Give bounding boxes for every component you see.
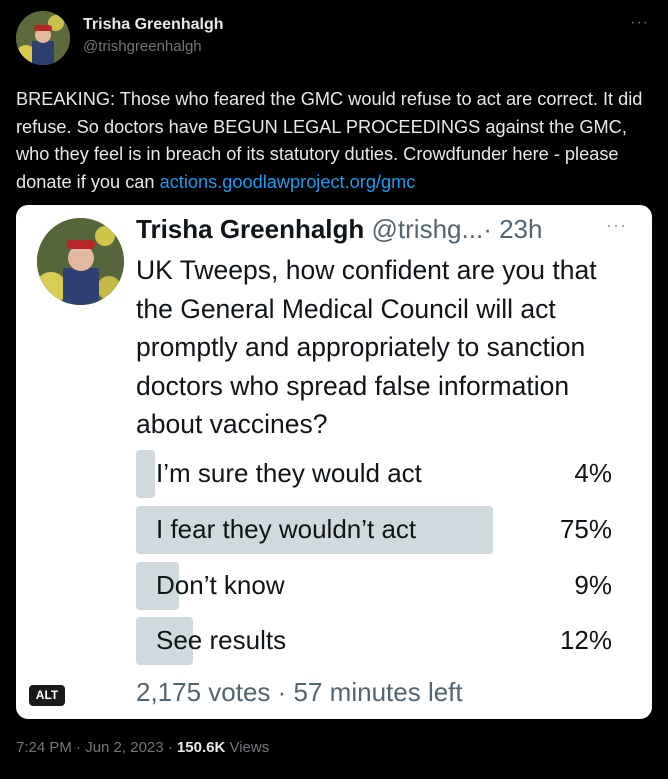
crowdfunder-link[interactable]: actions.goodlawproject.org/gmc [160,172,416,192]
quoted-timestamp: · 23h [483,214,543,244]
poll-option-label: I’m sure they would act [156,458,422,488]
quoted-text: UK Tweeps, how confident are you that th… [136,255,597,439]
tweet-meta: 7:24 PM · Jun 2, 2023 · 150.6K Views [16,739,269,756]
views-label: Views [225,739,270,756]
poll-option-label: I fear they wouldn’t act [156,514,417,544]
poll-option: I fear they wouldn’t act 75% [136,506,612,554]
poll-option-label: See results [156,625,287,655]
quoted-more-icon: ··· [606,215,627,235]
poll-option-percent: 9% [574,570,612,600]
avatar[interactable] [16,11,70,65]
poll-option: Don’t know 9% [136,562,612,610]
quoted-header: Trisha Greenhalgh @trishg...· 23h [136,214,542,245]
poll-option-percent: 4% [574,458,612,488]
poll-footer: 2,175 votes · 57 minutes left [136,677,463,707]
views-count: 150.6K [176,739,226,756]
tweet-text: BREAKING: Those who feared the GMC would… [16,86,658,196]
quoted-tweet-image[interactable]: Trisha Greenhalgh @trishg...· 23h ··· UK… [16,205,652,719]
poll-option-percent: 75% [559,514,612,544]
alt-text-badge[interactable]: ALT [29,685,65,706]
poll-option-label: Don’t know [156,570,285,600]
more-options-icon[interactable]: ··· [630,14,649,32]
poll-option: See results 12% [136,617,612,665]
poll-option-percent: 12% [559,625,612,655]
timestamp[interactable]: 7:24 PM · Jun 2, 2023 · [16,739,177,756]
quoted-author-handle: @trishg... [371,214,484,244]
quoted-author-name: Trisha Greenhalgh [136,214,365,244]
author-name[interactable]: Trisha Greenhalgh [83,16,223,34]
quoted-avatar [37,218,124,305]
poll-option: I’m sure they would act 4% [136,450,612,498]
poll-bar [136,450,156,498]
author-handle[interactable]: @trishgreenhalgh [83,38,202,55]
